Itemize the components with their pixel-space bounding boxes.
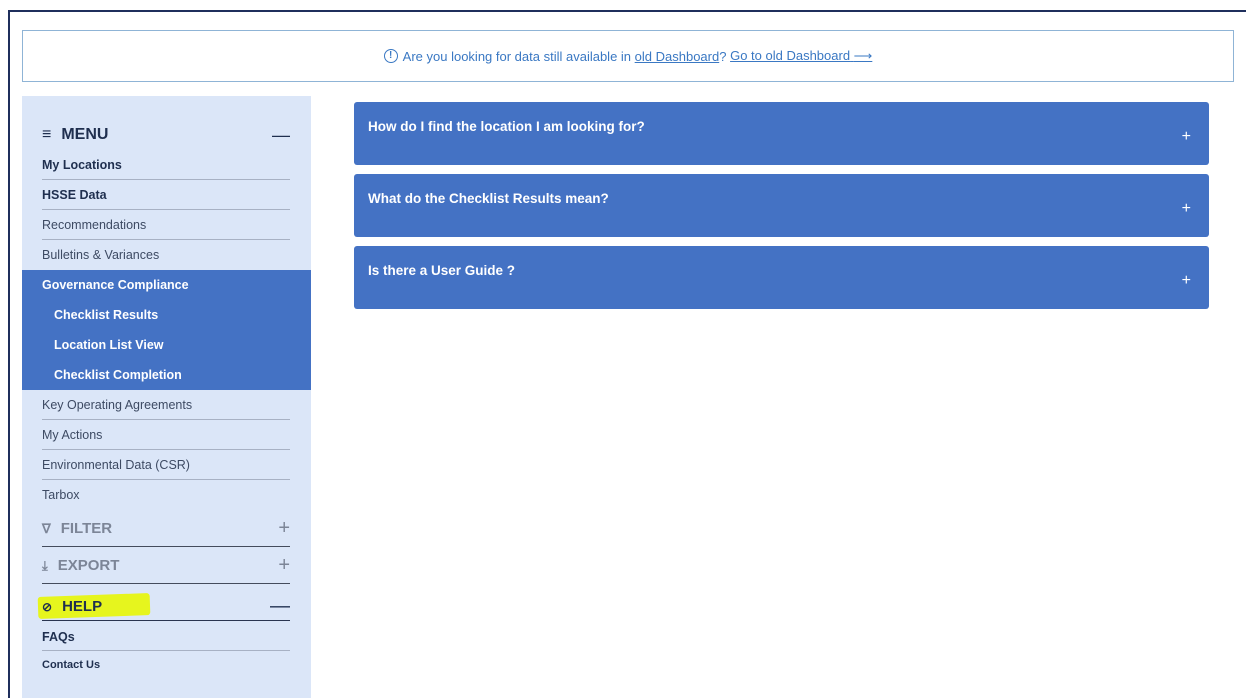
expand-icon[interactable]: + xyxy=(1182,128,1191,146)
export-label: EXPORT xyxy=(57,557,120,574)
menu-collapse-icon[interactable]: — xyxy=(272,125,290,146)
go-to-old-dashboard-link[interactable]: Go to old Dashboard ⟶ xyxy=(730,48,872,64)
hamburger-icon: ≡ xyxy=(42,126,52,143)
faq-question: Is there a User Guide ? xyxy=(368,263,516,278)
sidebar-item-my-actions[interactable]: My Actions xyxy=(22,420,311,450)
sidebar-item-my-locations[interactable]: My Locations xyxy=(22,150,311,180)
sidebar-item-hsse-data[interactable]: HSSE Data xyxy=(22,180,311,210)
sidebar-item-label: My Locations xyxy=(42,158,122,172)
filter-section[interactable]: ∇ FILTER + xyxy=(42,511,290,547)
info-icon: ! xyxy=(383,49,398,63)
filter-icon: ∇ xyxy=(42,520,51,536)
menu-header[interactable]: ≡ MENU — xyxy=(42,124,290,146)
sidebar: ≡ MENU — My Locations HSSE Data Recommen… xyxy=(22,96,311,698)
sidebar-item-label: Recommendations xyxy=(42,218,147,232)
faq-item[interactable]: Is there a User Guide ? + xyxy=(354,246,1209,309)
sidebar-item-faqs[interactable]: FAQs xyxy=(22,623,311,651)
faq-accordion: How do I find the location I am looking … xyxy=(354,102,1209,318)
sidebar-subitem-checklist-results[interactable]: Checklist Results xyxy=(22,300,311,330)
expand-icon[interactable]: + xyxy=(1182,200,1191,218)
sidebar-item-governance-compliance[interactable]: Governance Compliance xyxy=(22,270,311,300)
sidebar-item-environmental-data[interactable]: Environmental Data (CSR) xyxy=(22,450,311,480)
sidebar-item-label: Bulletins & Variances xyxy=(42,248,160,262)
sidebar-item-label: Governance Compliance xyxy=(42,278,189,292)
sidebar-item-recommendations[interactable]: Recommendations xyxy=(22,210,311,240)
sidebar-item-label: Key Operating Agreements xyxy=(42,398,193,412)
sidebar-subitem-checklist-completion[interactable]: Checklist Completion xyxy=(22,360,311,390)
export-section[interactable]: ⤓ EXPORT + xyxy=(42,548,290,584)
sidebar-item-label: Checklist Completion xyxy=(54,368,182,382)
download-icon: ⤓ xyxy=(42,557,48,573)
faq-item[interactable]: How do I find the location I am looking … xyxy=(354,102,1209,165)
sidebar-item-label: Environmental Data (CSR) xyxy=(42,458,190,472)
sidebar-item-label: My Actions xyxy=(42,428,103,442)
help-section[interactable]: ⊘ HELP — xyxy=(37,593,290,621)
sidebar-item-tarbox[interactable]: Tarbox xyxy=(22,480,311,510)
sidebar-item-bulletins-variances[interactable]: Bulletins & Variances xyxy=(22,240,311,270)
sidebar-item-label: Contact Us xyxy=(42,659,101,671)
faq-item[interactable]: What do the Checklist Results mean? + xyxy=(354,174,1209,237)
sidebar-subitem-location-list-view[interactable]: Location List View xyxy=(22,330,311,360)
menu-title: MENU xyxy=(61,126,109,143)
sidebar-item-label: HSSE Data xyxy=(42,188,107,202)
help-label: HELP xyxy=(62,598,103,615)
faq-question: What do the Checklist Results mean? xyxy=(368,191,609,206)
sidebar-item-label: Tarbox xyxy=(42,488,80,502)
sidebar-item-label: FAQs xyxy=(42,630,75,644)
banner-question-mark: ? xyxy=(719,48,727,64)
expand-icon[interactable]: + xyxy=(1182,272,1191,290)
sidebar-item-label: Location List View xyxy=(54,338,164,352)
sidebar-item-key-operating-agreements[interactable]: Key Operating Agreements xyxy=(22,390,311,420)
filter-expand-icon[interactable]: + xyxy=(278,517,290,540)
help-collapse-icon[interactable]: — xyxy=(270,595,290,618)
banner-text: Are you looking for data still available… xyxy=(402,48,632,64)
old-dashboard-banner: ! Are you looking for data still availab… xyxy=(22,30,1234,82)
help-nav: FAQs Contact Us xyxy=(22,623,311,679)
old-dashboard-link[interactable]: old Dashboard xyxy=(635,49,720,64)
faq-question: How do I find the location I am looking … xyxy=(368,119,645,134)
export-expand-icon[interactable]: + xyxy=(278,554,290,577)
filter-label: FILTER xyxy=(60,520,113,537)
help-icon: ⊘ xyxy=(42,599,53,614)
go-to-old-dashboard-label: Go to old Dashboard xyxy=(730,48,851,63)
sidebar-item-contact-us[interactable]: Contact Us xyxy=(22,651,311,679)
sidebar-item-label: Checklist Results xyxy=(54,308,159,322)
arrow-right-icon: ⟶ xyxy=(853,48,873,63)
menu-nav: My Locations HSSE Data Recommendations B… xyxy=(22,150,311,510)
